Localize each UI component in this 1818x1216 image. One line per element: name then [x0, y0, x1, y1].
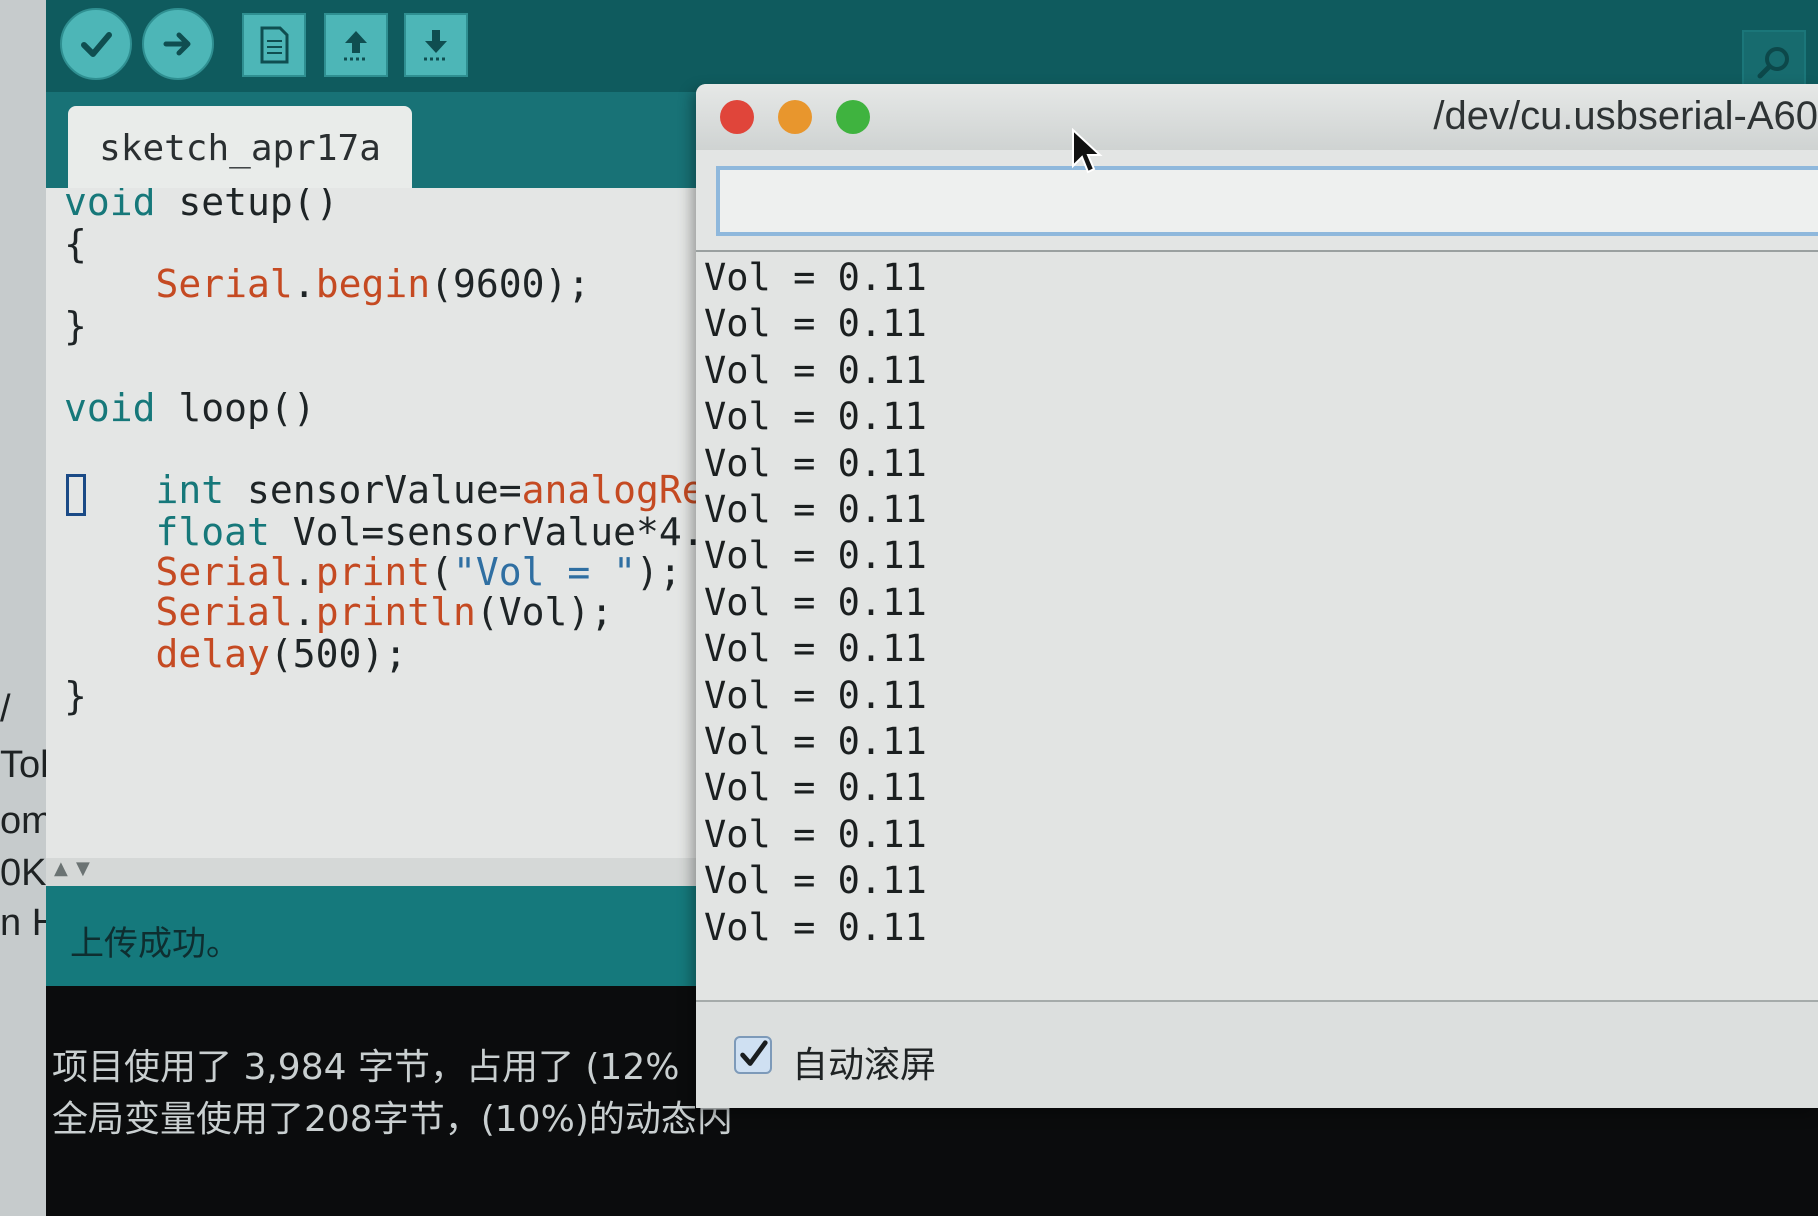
- code-token: println: [315, 590, 476, 634]
- background-text: /: [0, 688, 11, 730]
- code-token: }: [64, 674, 87, 718]
- console-line: 全局变量使用了208字节，(10%)的动态内: [52, 1099, 733, 1140]
- autoscroll-label: 自动滚屏: [792, 1045, 937, 1086]
- code-token: Vol=sensorValue*4.95/: [269, 510, 746, 554]
- code-line: void loop(): [64, 386, 316, 432]
- zoom-window-button[interactable]: [836, 100, 870, 134]
- background-text: n H: [0, 902, 48, 944]
- code-token: (Vol);: [475, 590, 614, 634]
- console-line: 项目使用了 3,984 字节，占用了 (12%: [52, 1047, 680, 1088]
- background-text: Tol: [0, 744, 48, 786]
- code-line: }: [64, 674, 87, 720]
- code-token: begin: [315, 262, 431, 306]
- tab-sketch[interactable]: sketch_apr17a: [68, 106, 412, 190]
- code-token: setup(): [155, 188, 339, 224]
- code-token: loop(): [155, 386, 316, 430]
- checkmark-icon: [740, 1040, 768, 1066]
- verify-button[interactable]: [60, 8, 132, 80]
- serial-output-line: Vol = 0.11: [704, 348, 927, 392]
- code-editor[interactable]: void setup(){ Serial.begin(9600);} void l…: [46, 188, 746, 860]
- code-token: );: [636, 550, 682, 594]
- serial-monitor-title: /dev/cu.usbserial-A60: [1433, 94, 1818, 138]
- scroll-up-icon[interactable]: ▲: [54, 858, 68, 879]
- code-token: (9600);: [430, 262, 591, 306]
- document-icon: [260, 26, 289, 64]
- code-line: }: [64, 304, 87, 350]
- serial-output-line: Vol = 0.11: [704, 302, 927, 346]
- serial-monitor-window: /dev/cu.usbserial-A60 Vol = 0.11 Vol = 0.…: [696, 84, 1818, 1108]
- code-token: void: [64, 188, 156, 224]
- code-token: .: [292, 262, 316, 306]
- serial-output-line: Vol = 0.11: [704, 627, 927, 671]
- editor-scroll-controls: ▲ ▼: [46, 858, 746, 888]
- code-line: delay(500);: [64, 632, 408, 678]
- toolbar: [46, 0, 1818, 94]
- status-bar: 上传成功。: [46, 886, 746, 986]
- arrow-up-icon: [344, 31, 368, 61]
- serial-output-line: Vol = 0.11: [704, 256, 927, 299]
- serial-monitor-footer: 自动滚屏: [696, 1002, 1818, 1108]
- serial-output-line: Vol = 0.11: [704, 766, 927, 810]
- code-line: Serial.begin(9600);: [64, 262, 591, 308]
- serial-input-area: [696, 150, 1818, 252]
- new-button[interactable]: [242, 13, 306, 77]
- code-token: print: [315, 550, 431, 594]
- serial-output-line: Vol = 0.11: [704, 812, 927, 856]
- check-icon: [81, 32, 112, 57]
- code-token: }: [64, 304, 87, 348]
- serial-output-line: Vol = 0.11: [704, 859, 927, 903]
- mouse-pointer-icon: [1072, 128, 1103, 174]
- serial-monitor-titlebar: /dev/cu.usbserial-A60: [696, 84, 1818, 151]
- serial-output-line: Vol = 0.11: [704, 488, 927, 531]
- tab-bar: sketch_apr17a: [46, 92, 746, 190]
- text-cursor: [66, 474, 86, 516]
- code-token: sensorValue=: [224, 468, 522, 512]
- serial-output-line: Vol = 0.11: [704, 905, 927, 949]
- minimize-window-button[interactable]: [778, 100, 812, 134]
- code-token: int: [155, 468, 225, 512]
- code-line: Serial.println(Vol);: [64, 590, 614, 636]
- code-token: .: [292, 550, 316, 594]
- open-button[interactable]: [324, 13, 388, 77]
- serial-output-line: Vol = 0.11: [704, 534, 927, 578]
- background-window: / Tol om 0K n H: [0, 0, 50, 1216]
- code-token: "Vol = ": [452, 550, 636, 594]
- background-text: om: [0, 800, 48, 842]
- code-token: (500);: [269, 632, 408, 676]
- code-token: Serial: [155, 590, 293, 634]
- serial-output-line: Vol = 0.11: [704, 441, 927, 485]
- code-token: void: [64, 386, 156, 430]
- serial-output-line: Vol = 0.11: [704, 673, 927, 717]
- close-window-button[interactable]: [720, 100, 754, 134]
- code-token: .: [292, 590, 316, 634]
- arrow-down-icon: [424, 30, 448, 61]
- serial-output-line: Vol = 0.11: [704, 720, 927, 763]
- serial-output: Vol = 0.11 Vol = 0.11 Vol = 0.11 Vol = 0.11…: [696, 252, 1818, 1002]
- status-message: 上传成功。: [70, 924, 240, 964]
- background-text: 0K: [0, 852, 47, 894]
- serial-output-line: Vol = 0.11: [704, 395, 927, 439]
- code-token: delay: [155, 632, 270, 676]
- upload-button[interactable]: [142, 8, 214, 80]
- code-line: void setup(): [64, 188, 339, 226]
- code-token: Serial: [155, 550, 293, 594]
- code-token: float: [155, 510, 270, 554]
- autoscroll-checkbox[interactable]: [734, 1036, 772, 1074]
- save-button[interactable]: [404, 13, 468, 77]
- serial-output-line: Vol = 0.11: [704, 580, 927, 624]
- arrow-right-icon: [163, 32, 191, 56]
- magnifier-icon: [1757, 47, 1789, 79]
- code-token: (: [430, 550, 453, 594]
- code-token: {: [64, 222, 87, 266]
- serial-send-input[interactable]: [716, 166, 1818, 236]
- code-token: Serial: [155, 262, 293, 306]
- code-line: int sensorValue=analogRead: [64, 468, 746, 514]
- scroll-down-icon[interactable]: ▼: [76, 858, 90, 879]
